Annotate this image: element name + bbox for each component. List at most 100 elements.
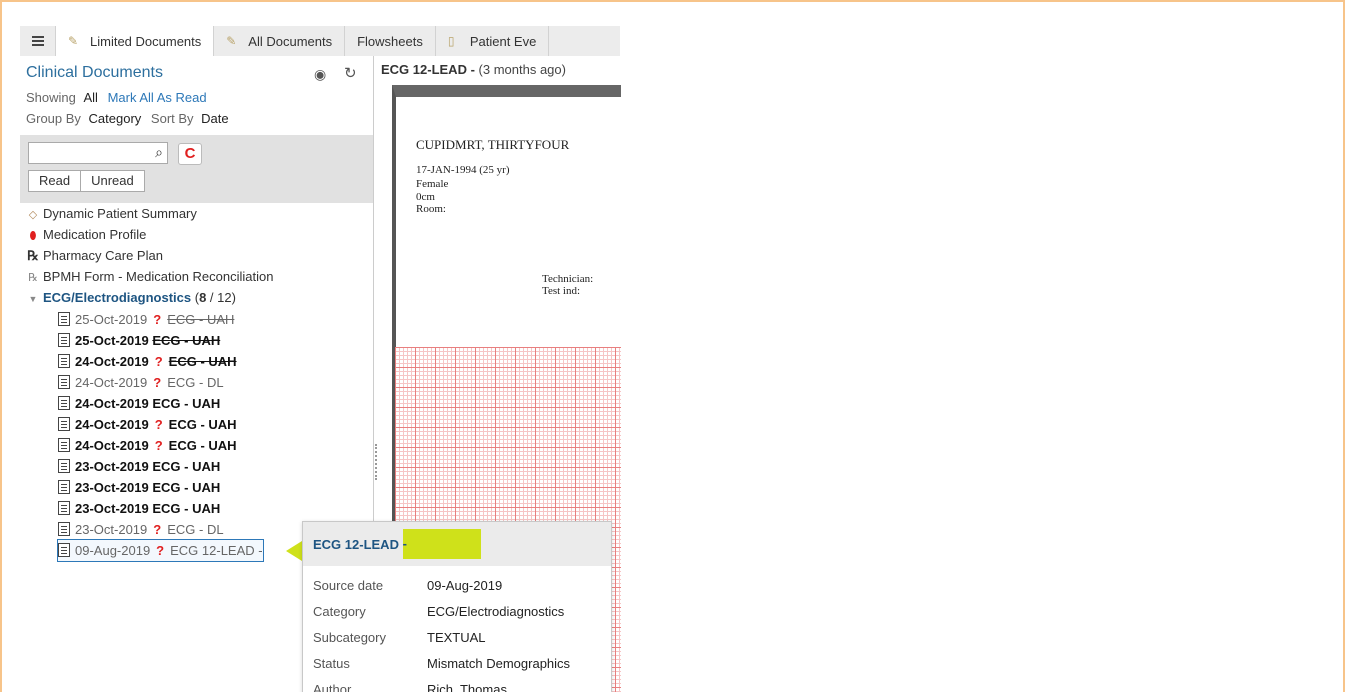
doc-date: 23-Oct-2019: [75, 459, 149, 474]
document-tooltip: ECG 12-LEAD - Source date 09-Aug-2019 Cat…: [302, 521, 612, 692]
doc-name: ECG - UAH: [168, 417, 237, 432]
tab-flowsheets[interactable]: Flowsheets: [345, 26, 436, 56]
document-row[interactable]: 23-Oct-2019 ECG - UAH: [58, 498, 220, 519]
filter-box: ⌕ C Read Unread: [20, 135, 373, 203]
tree-item-bpmh-form[interactable]: ℞ BPMH Form - Medication Reconciliation: [26, 267, 273, 287]
tooltip-title: ECG 12-LEAD: [313, 536, 399, 552]
doc-name: ECG - DL: [167, 522, 224, 537]
tab-patient-events[interactable]: ▯ Patient Eve: [436, 26, 550, 56]
tree-item-medication-profile[interactable]: ⬮ Medication Profile: [26, 225, 147, 245]
doc-date: 24-Oct-2019: [75, 396, 149, 411]
sort-by-value[interactable]: Date: [201, 111, 228, 126]
document-icon: [58, 522, 70, 536]
hamburger-icon: [31, 34, 44, 48]
unread-button[interactable]: Unread: [81, 170, 145, 192]
unverified-flag-icon: ?: [154, 417, 163, 432]
tooltip-header: ECG 12-LEAD -: [303, 522, 611, 566]
document-row[interactable]: 24-Oct-2019? ECG - UAH: [58, 414, 237, 435]
rx-list-icon: ℞: [28, 272, 38, 284]
document-icon: [58, 312, 70, 326]
doc-date: 23-Oct-2019: [75, 522, 148, 537]
document-row[interactable]: 23-Oct-2019? ECG - DL: [58, 519, 224, 540]
clear-filter-button[interactable]: C: [178, 143, 202, 165]
document-row[interactable]: 24-Oct-2019 ECG - UAH: [58, 393, 220, 414]
doc-name: ECG - UAH: [168, 354, 237, 369]
tab-label: Flowsheets: [357, 33, 423, 49]
unverified-flag-icon: ?: [153, 312, 162, 327]
tooltip-row-category: Category ECG/Electrodiagnostics: [313, 604, 564, 619]
tab-bar: ✎ Limited Documents ✎ All Documents Flow…: [20, 26, 620, 56]
document-row[interactable]: 25-Oct-2019 ECG - UAH: [58, 330, 220, 351]
tab-label: Limited Documents: [90, 33, 202, 49]
tooltip-pointer: [286, 541, 302, 561]
tooltip-key: Source date: [313, 578, 384, 593]
tree-category-ecg[interactable]: ▼ ECG/Electrodiagnostics (8 / 12): [26, 288, 236, 308]
tooltip-value: TEXTUAL: [427, 630, 486, 645]
mark-all-read-link[interactable]: Mark All As Read: [108, 90, 207, 105]
document-icon: [58, 354, 70, 368]
document-icon: [58, 438, 70, 452]
group-sort-row: Group By Category Sort By Date: [26, 111, 235, 126]
doc-name: ECG - UAH: [152, 480, 221, 495]
doc-date: 24-Oct-2019: [75, 354, 149, 369]
tooltip-row-subcategory: Subcategory TEXTUAL: [313, 630, 486, 645]
read-filter-group: Read Unread: [28, 170, 145, 192]
category-count: (8 / 12): [194, 290, 236, 305]
patient-sex: Female: [416, 178, 449, 190]
patient-name: CUPIDMRT, THIRTYFOUR: [416, 137, 570, 152]
search-icon[interactable]: ⌕: [155, 144, 163, 161]
tooltip-row-source-date: Source date 09-Aug-2019: [313, 578, 502, 593]
document-row[interactable]: 24-Oct-2019? ECG - DL: [58, 372, 224, 393]
tab-all-documents[interactable]: ✎ All Documents: [214, 26, 346, 56]
unverified-flag-icon: ?: [156, 543, 165, 558]
document-row-selected[interactable]: 09-Aug-2019? ECG 12-LEAD -: [57, 539, 264, 562]
doc-name: ECG - UAH: [152, 459, 221, 474]
document-row[interactable]: 24-Oct-2019? ECG - UAH: [58, 351, 237, 372]
collapse-triangle-icon[interactable]: ▼: [26, 289, 40, 309]
pill-icon: ⬮: [29, 230, 37, 242]
document-icon: [58, 501, 70, 515]
tree-item-label: BPMH Form - Medication Reconciliation: [43, 269, 274, 284]
document-icon: [58, 459, 70, 473]
category-label: ECG/Electrodiagnostics: [43, 290, 192, 305]
unverified-flag-icon: ?: [154, 438, 163, 453]
document-icon: [58, 543, 70, 557]
viewer-title: ECG 12-LEAD - (3 months ago): [381, 62, 566, 77]
sort-by-label: Sort By: [150, 111, 194, 126]
event-icon: ▯: [447, 34, 455, 48]
rx-icon: ℞: [27, 248, 39, 263]
tooltip-key: Status: [313, 656, 350, 671]
menu-button[interactable]: [20, 26, 56, 56]
document-icon: [58, 333, 70, 347]
document-row[interactable]: 23-Oct-2019 ECG - UAH: [58, 456, 220, 477]
refresh-icon[interactable]: ↻: [344, 64, 357, 82]
doc-name: ECG - UAH: [152, 396, 221, 411]
tooltip-row-status: Status Mismatch Demographics: [313, 656, 570, 671]
tooltip-key: Category: [313, 604, 366, 619]
doc-date: 09-Aug-2019: [75, 543, 151, 558]
search-input[interactable]: ⌕: [28, 142, 168, 164]
doc-date: 25-Oct-2019: [75, 333, 149, 348]
tooltip-value: Rich, Thomas: [427, 682, 507, 692]
doc-date: 25-Oct-2019: [75, 312, 148, 327]
document-row[interactable]: 24-Oct-2019? ECG - UAH: [58, 435, 237, 456]
tab-limited-documents[interactable]: ✎ Limited Documents: [56, 26, 215, 56]
tooltip-row-author: Author Rich, Thomas: [313, 682, 507, 692]
tree-item-dynamic-patient-summary[interactable]: ◇ Dynamic Patient Summary: [26, 204, 197, 224]
group-by-value[interactable]: Category: [89, 111, 142, 126]
doc-name: ECG - UAH: [168, 438, 237, 453]
tooltip-title-suffix: -: [402, 529, 481, 559]
showing-value[interactable]: All: [84, 90, 98, 105]
showing-label: Showing: [26, 90, 76, 105]
eye-icon[interactable]: ◉: [314, 66, 326, 83]
tree-item-pharmacy-care-plan[interactable]: ℞ Pharmacy Care Plan: [26, 246, 163, 266]
document-row[interactable]: 25-Oct-2019? ECG - UAH: [58, 309, 234, 330]
unverified-flag-icon: ?: [154, 354, 163, 369]
read-button[interactable]: Read: [28, 170, 82, 192]
tooltip-value: 09-Aug-2019: [427, 578, 503, 593]
tab-label: Patient Eve: [469, 33, 537, 49]
document-row[interactable]: 23-Oct-2019 ECG - UAH: [58, 477, 220, 498]
tooltip-key: Subcategory: [313, 630, 386, 645]
doc-date: 23-Oct-2019: [75, 501, 149, 516]
doc-date: 23-Oct-2019: [75, 480, 149, 495]
